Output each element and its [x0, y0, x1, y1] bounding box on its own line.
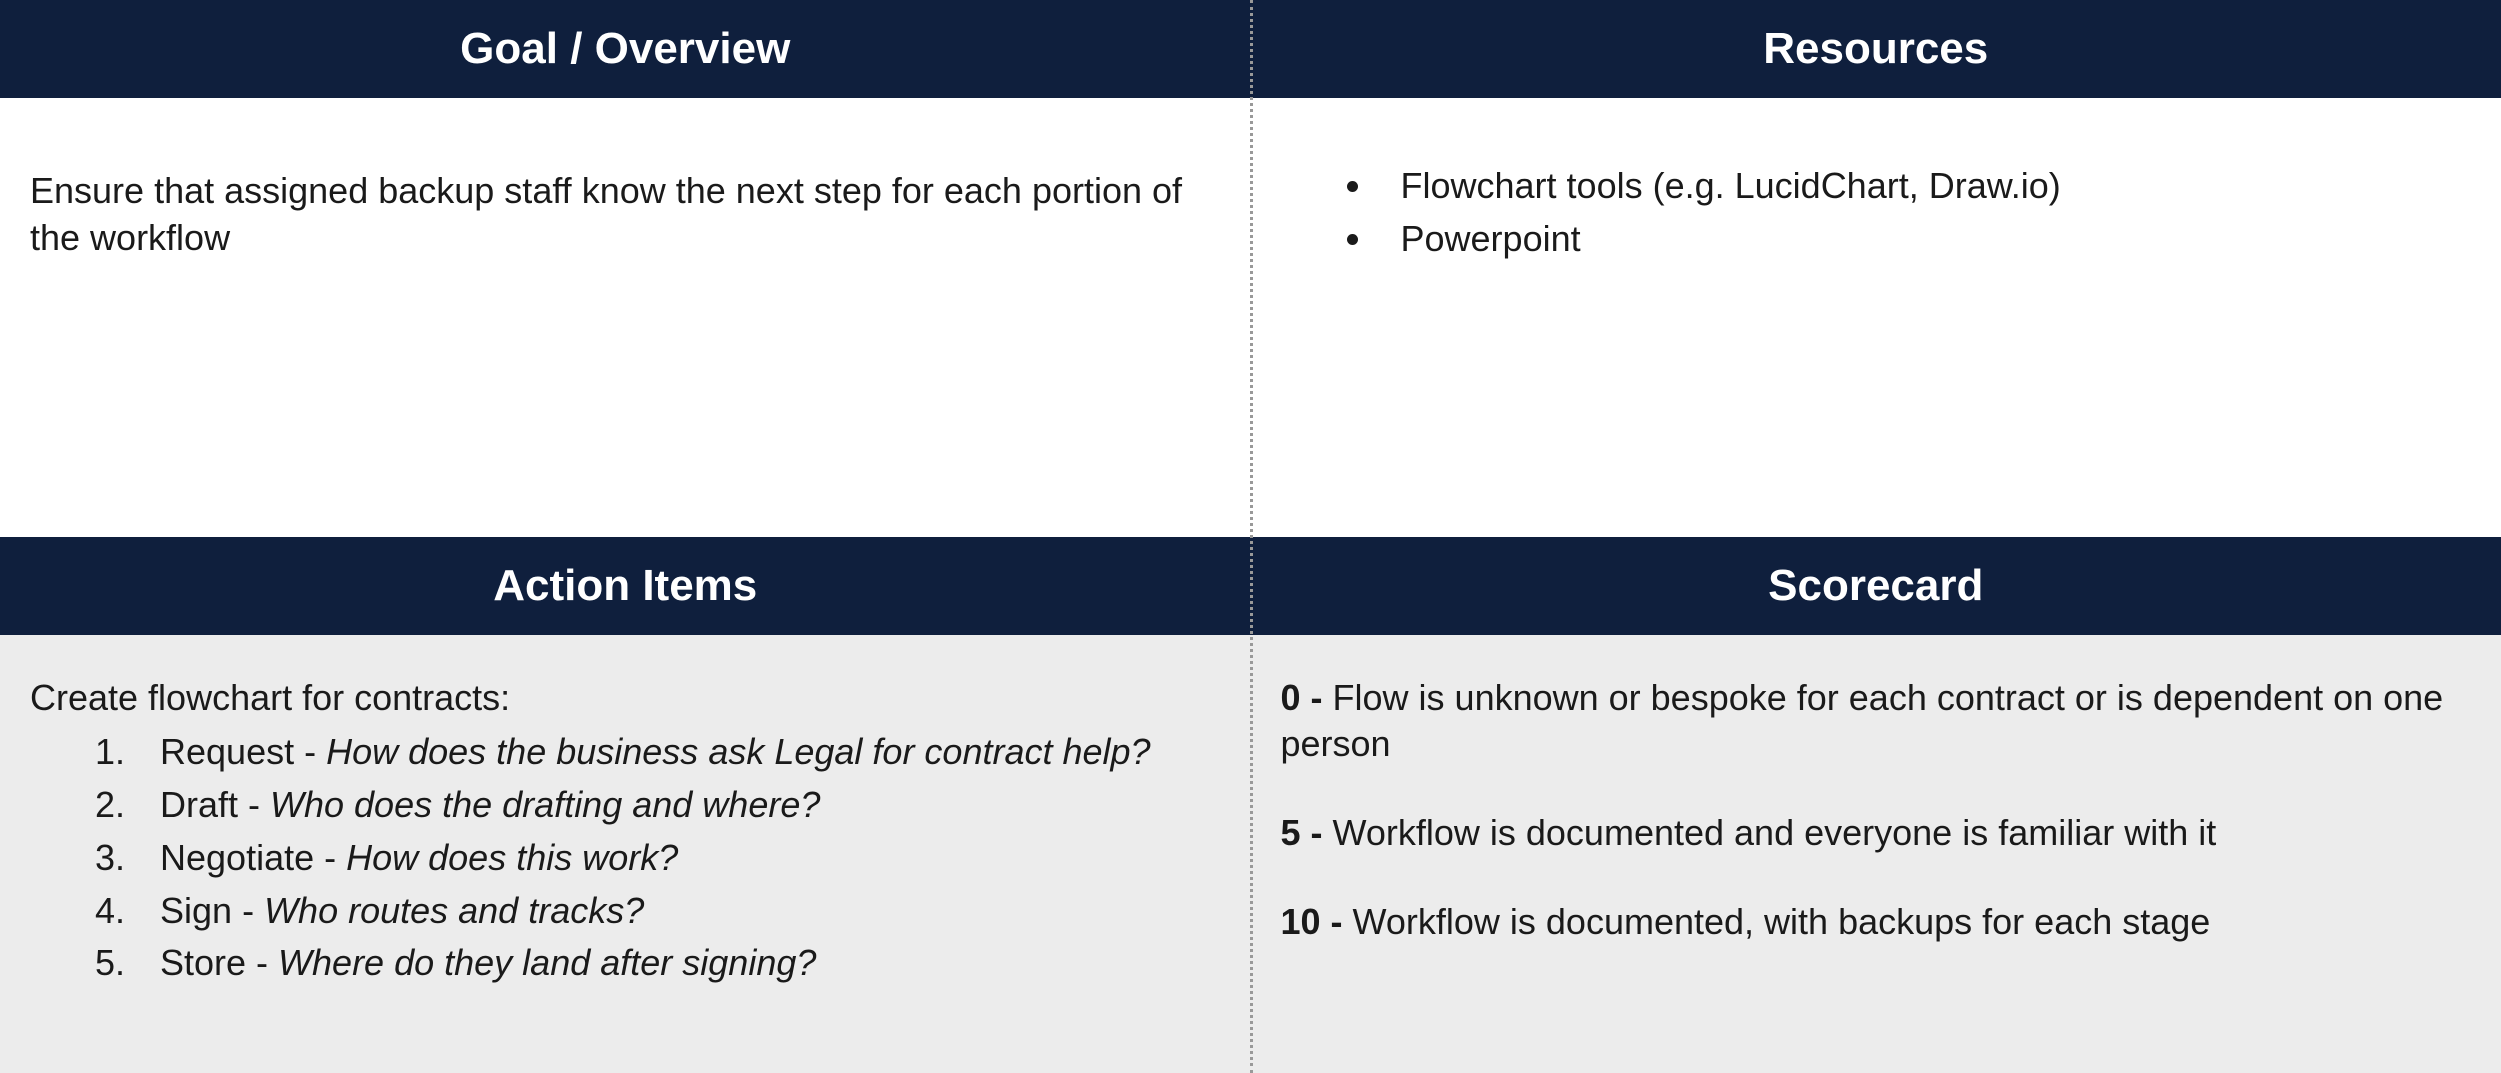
action-step-label: Store [160, 942, 246, 983]
score-level: 5 - Workflow is documented and everyone … [1281, 810, 2462, 857]
action-step-question: How does this work? [346, 837, 678, 878]
action-step-label: Sign [160, 890, 232, 931]
action-step-label: Request [160, 731, 294, 772]
score-dash: - [1301, 677, 1333, 718]
action-step-question: Who routes and tracks? [264, 890, 644, 931]
action-header: Action Items [0, 537, 1251, 635]
score-number: 0 [1281, 677, 1301, 718]
action-step: Store - Where do they land after signing… [135, 940, 1211, 987]
score-level: 10 - Workflow is documented, with backup… [1281, 899, 2462, 946]
goal-header: Goal / Overview [0, 0, 1251, 98]
resources-body: Flowchart tools (e.g. LucidChart, Draw.i… [1251, 98, 2501, 537]
score-number: 10 [1281, 901, 1321, 942]
action-step-label: Negotiate [160, 837, 314, 878]
action-step: Draft - Who does the drafting and where? [135, 782, 1211, 829]
resource-item: Powerpoint [1376, 216, 2462, 263]
scorecard-header: Scorecard [1251, 537, 2501, 635]
resources-header: Resources [1251, 0, 2501, 98]
action-step: Negotiate - How does this work? [135, 835, 1211, 882]
resource-item: Flowchart tools (e.g. LucidChart, Draw.i… [1376, 163, 2462, 210]
vertical-divider [1250, 0, 1253, 1073]
goal-text: Ensure that assigned backup staff know t… [30, 138, 1211, 262]
score-number: 5 [1281, 812, 1301, 853]
action-step: Request - How does the business ask Lega… [135, 729, 1211, 776]
score-dash: - [1301, 812, 1333, 853]
resources-list: Flowchart tools (e.g. LucidChart, Draw.i… [1281, 138, 2462, 263]
action-step: Sign - Who routes and tracks? [135, 888, 1211, 935]
action-intro: Create flowchart for contracts: [30, 675, 1211, 722]
four-quadrant-layout: Goal / Overview Resources Ensure that as… [0, 0, 2501, 1073]
score-level: 0 - Flow is unknown or bespoke for each … [1281, 675, 2462, 769]
action-list: Request - How does the business ask Lega… [30, 729, 1211, 987]
score-description: Workflow is documented, with backups for… [1353, 901, 2211, 942]
score-description: Flow is unknown or bespoke for each cont… [1281, 677, 2444, 765]
action-step-question: Who does the drafting and where? [270, 784, 820, 825]
action-body: Create flowchart for contracts: Request … [0, 635, 1251, 1073]
score-description: Workflow is documented and everyone is f… [1333, 812, 2217, 853]
scorecard-body: 0 - Flow is unknown or bespoke for each … [1251, 635, 2501, 1073]
action-step-question: Where do they land after signing? [278, 942, 816, 983]
score-dash: - [1321, 901, 1353, 942]
action-step-label: Draft [160, 784, 238, 825]
goal-body: Ensure that assigned backup staff know t… [0, 98, 1251, 537]
action-step-question: How does the business ask Legal for cont… [326, 731, 1150, 772]
